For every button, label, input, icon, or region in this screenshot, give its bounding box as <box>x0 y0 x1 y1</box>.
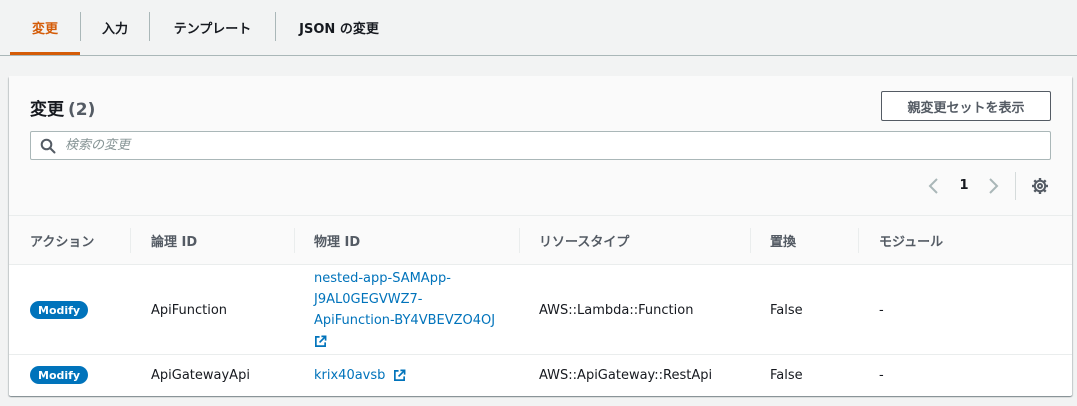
column-header-resource-type[interactable]: リソースタイプ <box>539 216 629 265</box>
physical-id-link[interactable]: krix40avsb <box>314 365 385 386</box>
changes-panel: 変更(2) 親変更セットを表示 1 <box>9 76 1072 396</box>
view-parent-changeset-button[interactable]: 親変更セットを表示 <box>881 91 1051 121</box>
tab-json-changes[interactable]: JSON の変更 <box>276 0 402 55</box>
column-divider <box>858 228 859 253</box>
logical-id-cell: ApiFunction <box>151 302 228 318</box>
column-header-module[interactable]: モジュール <box>879 216 943 265</box>
column-header-action[interactable]: アクション <box>30 216 94 265</box>
resource-type-cell: AWS::ApiGateway::RestApi <box>539 367 713 383</box>
physical-id-cell: krix40avsb <box>314 355 406 395</box>
module-cell: - <box>879 302 884 318</box>
logical-id-cell: ApiGatewayApi <box>151 367 250 383</box>
changes-count: (2) <box>68 100 96 120</box>
panel-title: 変更 (2) <box>30 95 95 120</box>
search-box <box>30 131 1051 160</box>
replacement-cell: False <box>770 302 803 318</box>
active-tab-indicator <box>10 52 80 55</box>
physical-id-line[interactable]: ApiFunction-BY4VBEVZO4OJ <box>314 310 495 331</box>
search-icon <box>40 138 56 154</box>
tab-bar: 変更 入力 テンプレート JSON の変更 <box>0 0 1077 56</box>
search-input[interactable] <box>65 132 1025 159</box>
pager-divider <box>1015 172 1016 200</box>
external-link-icon[interactable] <box>393 369 406 382</box>
tab-template[interactable]: テンプレート <box>150 0 275 55</box>
panel-header: 変更(2) 親変更セットを表示 1 <box>9 76 1072 216</box>
current-page-number[interactable]: 1 <box>956 176 972 196</box>
column-divider <box>750 228 751 253</box>
column-header-replacement[interactable]: 置換 <box>770 216 796 265</box>
module-cell: - <box>879 367 884 383</box>
action-badge: Modify <box>30 301 89 319</box>
tab-changes[interactable]: 変更 <box>10 0 80 55</box>
chevron-left-icon[interactable] <box>926 176 942 196</box>
column-divider <box>519 228 520 253</box>
action-badge: Modify <box>30 366 89 384</box>
column-divider <box>130 228 131 253</box>
table-row: Modify ApiFunction nested-app-SAMApp- J9… <box>9 265 1072 355</box>
column-divider <box>294 228 295 253</box>
physical-id-link[interactable]: nested-app-SAMApp- J9AL0GEGVWZ7- ApiFunc… <box>314 268 495 352</box>
table-row: Modify ApiGatewayApi krix40avsb AWS::Api… <box>9 355 1072 395</box>
external-link[interactable] <box>314 331 495 352</box>
resource-type-cell: AWS::Lambda::Function <box>539 302 694 318</box>
action-cell: Modify <box>30 265 89 355</box>
physical-id-line[interactable]: nested-app-SAMApp- <box>314 268 495 289</box>
table-header: アクション 論理 ID 物理 ID リソースタイプ 置換 モジュール <box>9 216 1072 265</box>
physical-id-line[interactable]: J9AL0GEGVWZ7- <box>314 289 495 310</box>
gear-icon[interactable] <box>1031 177 1049 195</box>
panel-title-text: 変更 <box>30 100 64 120</box>
tab-input[interactable]: 入力 <box>81 0 149 55</box>
chevron-right-icon[interactable] <box>985 176 1001 196</box>
replacement-cell: False <box>770 367 803 383</box>
action-cell: Modify <box>30 355 89 395</box>
physical-id-cell: nested-app-SAMApp- J9AL0GEGVWZ7- ApiFunc… <box>314 265 495 355</box>
external-link-icon[interactable] <box>314 335 327 348</box>
column-header-logical-id[interactable]: 論理 ID <box>151 216 197 265</box>
column-header-physical-id[interactable]: 物理 ID <box>314 216 360 265</box>
